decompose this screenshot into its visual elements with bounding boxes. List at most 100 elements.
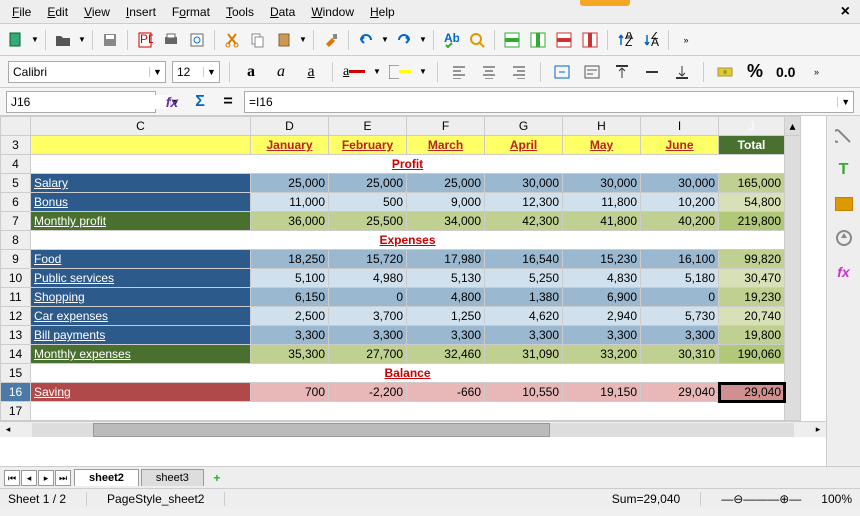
- font-size-field[interactable]: ▼: [172, 61, 220, 83]
- open-icon[interactable]: [51, 28, 75, 52]
- row-header[interactable]: 3: [1, 136, 31, 155]
- menu-format[interactable]: Format: [164, 2, 218, 22]
- font-name-field[interactable]: ▼: [8, 61, 166, 83]
- valign-top-icon[interactable]: [610, 60, 634, 84]
- tab-sheet2[interactable]: sheet2: [74, 469, 139, 486]
- col-header[interactable]: H: [563, 117, 641, 136]
- insert-row-icon[interactable]: [500, 28, 524, 52]
- bold-icon[interactable]: a: [239, 60, 263, 84]
- save-icon[interactable]: [98, 28, 122, 52]
- cut-icon[interactable]: [220, 28, 244, 52]
- function-wizard-icon[interactable]: fx: [160, 90, 184, 114]
- tab-sheet3[interactable]: sheet3: [141, 469, 204, 486]
- add-sheet-icon[interactable]: +: [208, 471, 226, 485]
- equals-icon[interactable]: =: [216, 90, 240, 114]
- tab-prev-icon[interactable]: ◂: [21, 470, 37, 486]
- col-header[interactable]: D: [251, 117, 329, 136]
- formula-bar: ▼ fx Σ = ▼: [0, 88, 860, 116]
- formula-input[interactable]: ▼: [244, 91, 854, 113]
- valign-mid-icon[interactable]: [640, 60, 664, 84]
- dropdown-arrow-icon[interactable]: ▼: [30, 28, 40, 52]
- properties-icon[interactable]: [832, 124, 856, 148]
- gallery-icon[interactable]: [832, 192, 856, 216]
- print-icon[interactable]: [159, 28, 183, 52]
- dropdown-arrow-icon[interactable]: ▼: [418, 28, 428, 52]
- align-left-icon[interactable]: [447, 60, 471, 84]
- menu-edit[interactable]: Edit: [39, 2, 76, 22]
- sort-asc-icon[interactable]: AZ: [613, 28, 637, 52]
- row-label: Salary: [31, 174, 251, 193]
- active-cell[interactable]: 29,040: [719, 383, 785, 402]
- col-header[interactable]: E: [329, 117, 407, 136]
- format-paintbrush-icon[interactable]: [319, 28, 343, 52]
- scroll-up-icon[interactable]: ▴: [785, 117, 801, 136]
- menu-data[interactable]: Data: [262, 2, 303, 22]
- section-header: Profit: [31, 155, 785, 174]
- status-zoom[interactable]: 100%: [821, 492, 852, 506]
- autospell-icon[interactable]: [465, 28, 489, 52]
- delete-col-icon[interactable]: [578, 28, 602, 52]
- number-format-icon[interactable]: 0.0: [773, 60, 798, 84]
- italic-icon[interactable]: a: [269, 60, 293, 84]
- standard-toolbar: ▼ ▼ PDF ▼ ▼ ▼ Abc AZ ZA »: [0, 24, 860, 56]
- merge-cells-icon[interactable]: [550, 60, 574, 84]
- insert-col-icon[interactable]: [526, 28, 550, 52]
- font-color-icon[interactable]: a: [342, 60, 366, 84]
- paste-icon[interactable]: [272, 28, 296, 52]
- dropdown-arrow-icon[interactable]: ▼: [372, 60, 382, 84]
- col-header[interactable]: J: [719, 117, 785, 136]
- menu-help[interactable]: Help: [362, 2, 403, 22]
- spreadsheet-grid[interactable]: CDEFGHIJ▴ 3JanuaryFebruaryMarchAprilMayJ…: [0, 116, 826, 466]
- horizontal-scrollbar[interactable]: ◂▸: [0, 421, 826, 437]
- redo-icon[interactable]: [392, 28, 416, 52]
- status-sum[interactable]: Sum=29,040: [612, 492, 701, 506]
- dropdown-arrow-icon[interactable]: ▼: [298, 28, 308, 52]
- col-header[interactable]: F: [407, 117, 485, 136]
- month-header: January: [251, 136, 329, 155]
- col-header[interactable]: G: [485, 117, 563, 136]
- svg-text:PDF: PDF: [140, 32, 153, 46]
- menu-insert[interactable]: Insert: [118, 2, 164, 22]
- functions-icon[interactable]: fx: [832, 260, 856, 284]
- col-header[interactable]: C: [31, 117, 251, 136]
- col-header[interactable]: I: [641, 117, 719, 136]
- vertical-scrollbar[interactable]: [785, 136, 801, 421]
- sum-icon[interactable]: Σ: [188, 90, 212, 114]
- underline-icon[interactable]: a: [299, 60, 323, 84]
- menu-tools[interactable]: Tools: [218, 2, 262, 22]
- highlight-icon[interactable]: [388, 60, 412, 84]
- new-doc-icon[interactable]: [4, 28, 28, 52]
- spellcheck-icon[interactable]: Abc: [439, 28, 463, 52]
- navigator-icon[interactable]: [832, 226, 856, 250]
- currency-icon[interactable]: [713, 60, 737, 84]
- dropdown-arrow-icon[interactable]: ▼: [380, 28, 390, 52]
- svg-text:Z: Z: [625, 35, 632, 48]
- status-bar: Sheet 1 / 2 PageStyle_sheet2 Sum=29,040 …: [0, 488, 860, 508]
- menu-file[interactable]: File: [4, 2, 39, 22]
- more-icon[interactable]: »: [804, 60, 828, 84]
- undo-icon[interactable]: [354, 28, 378, 52]
- menu-view[interactable]: View: [76, 2, 118, 22]
- styles-icon[interactable]: T: [832, 158, 856, 182]
- copy-icon[interactable]: [246, 28, 270, 52]
- menu-window[interactable]: Window: [303, 2, 362, 22]
- wrap-text-icon[interactable]: [580, 60, 604, 84]
- align-right-icon[interactable]: [507, 60, 531, 84]
- cell-reference-field[interactable]: ▼: [6, 91, 156, 113]
- formatting-toolbar: ▼ ▼ a a a a▼ ▼ % 0.0 »: [0, 56, 860, 88]
- valign-bot-icon[interactable]: [670, 60, 694, 84]
- dropdown-arrow-icon[interactable]: ▼: [418, 60, 428, 84]
- tab-first-icon[interactable]: ⏮: [4, 470, 20, 486]
- tab-last-icon[interactable]: ⏭: [55, 470, 71, 486]
- percent-icon[interactable]: %: [743, 60, 767, 84]
- close-icon[interactable]: ×: [835, 3, 856, 21]
- delete-row-icon[interactable]: [552, 28, 576, 52]
- more-icon[interactable]: »: [674, 28, 698, 52]
- tab-next-icon[interactable]: ▸: [38, 470, 54, 486]
- preview-icon[interactable]: [185, 28, 209, 52]
- align-center-icon[interactable]: [477, 60, 501, 84]
- sort-desc-icon[interactable]: ZA: [639, 28, 663, 52]
- zoom-slider[interactable]: —⊖———⊕—: [721, 492, 801, 506]
- pdf-icon[interactable]: PDF: [133, 28, 157, 52]
- dropdown-arrow-icon[interactable]: ▼: [77, 28, 87, 52]
